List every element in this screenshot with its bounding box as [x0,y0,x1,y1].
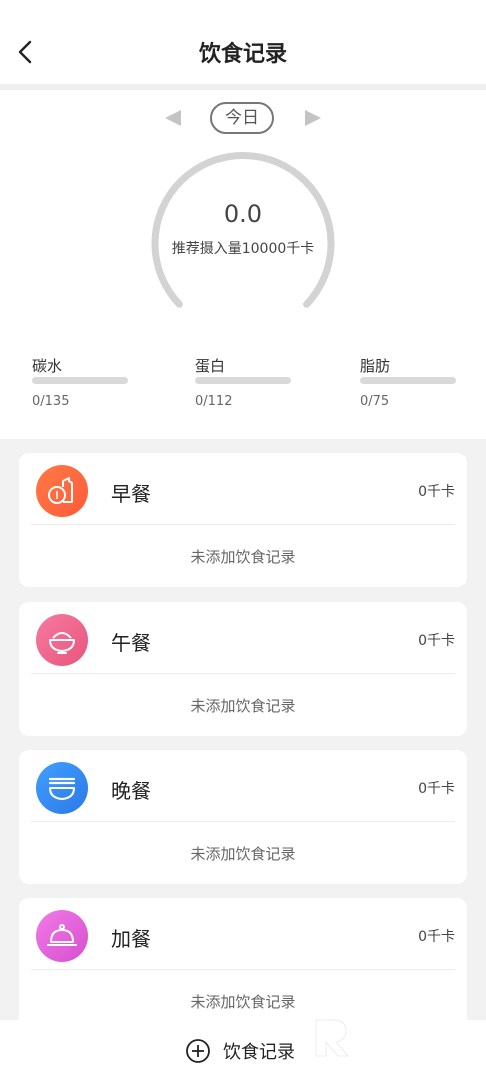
card-divider [31,969,455,970]
meal-name: 午餐 [111,631,151,655]
macro-progress-bar [360,377,456,384]
macro-name: 碳水 [32,357,63,375]
add-diet-record-button[interactable]: 饮食记录 [185,1037,295,1065]
food-cloche-icon [36,910,88,962]
meal-empty-text: 未添加饮食记录 [190,697,296,715]
meal-empty-text: 未添加饮食记录 [190,993,296,1011]
macro-carbs: 碳水 0/135 [32,355,132,409]
macro-name: 蛋白 [195,357,226,375]
recommended-intake-label: 推荐摄入量10000千卡 [171,241,315,257]
meal-name: 加餐 [111,927,151,951]
card-divider [31,673,455,674]
macro-fat: 脂肪 0/75 [360,355,460,409]
meal-name: 早餐 [111,482,151,506]
meal-calories: 0千卡 [418,781,455,797]
macro-protein: 蛋白 0/112 [195,355,295,409]
next-day-icon[interactable] [302,107,324,129]
meal-empty-text: 未添加饮食记录 [190,845,296,863]
previous-day-icon[interactable] [162,107,184,129]
watermark-title: 仍玩游戏 [360,1020,449,1045]
meal-card-lunch[interactable]: 午餐 0千卡 未添加饮食记录 [19,602,467,736]
plus-circle-icon [186,1039,210,1063]
bread-milk-icon [36,465,88,517]
meal-card-breakfast[interactable]: 早餐 0千卡 未添加饮食记录 [19,453,467,587]
page-title: 饮食记录 [198,42,287,67]
watermark: 仍玩游戏 Rengwan Games [312,1012,482,1064]
card-divider [31,821,455,822]
macro-progress-bar [32,377,128,384]
meal-empty-text: 未添加饮食记录 [190,548,296,566]
gauge-track [151,152,335,308]
calorie-intake-value: 0.0 [223,200,263,228]
rice-bowl-icon [36,614,88,666]
meal-name: 晚餐 [111,779,151,803]
add-button-label: 饮食记录 [223,1042,295,1063]
meal-calories: 0千卡 [418,633,455,649]
macro-name: 脂肪 [360,357,391,375]
macro-count: 0/112 [195,394,233,409]
date-selector[interactable]: 今日 [210,102,274,134]
watermark-subtitle: Rengwan Games [364,1044,465,1058]
watermark-logo-icon [315,1019,350,1057]
meal-card-dinner[interactable]: 晚餐 0千卡 未添加饮食记录 [19,750,467,884]
calorie-gauge [151,152,335,308]
header: 饮食记录 [0,0,486,84]
macro-count: 0/75 [360,394,390,409]
meal-calories: 0千卡 [418,484,455,500]
card-divider [31,524,455,525]
noodle-bowl-icon [36,762,88,814]
macro-progress-bar [195,377,291,384]
meal-calories: 0千卡 [418,929,455,945]
macro-count: 0/135 [32,394,70,409]
